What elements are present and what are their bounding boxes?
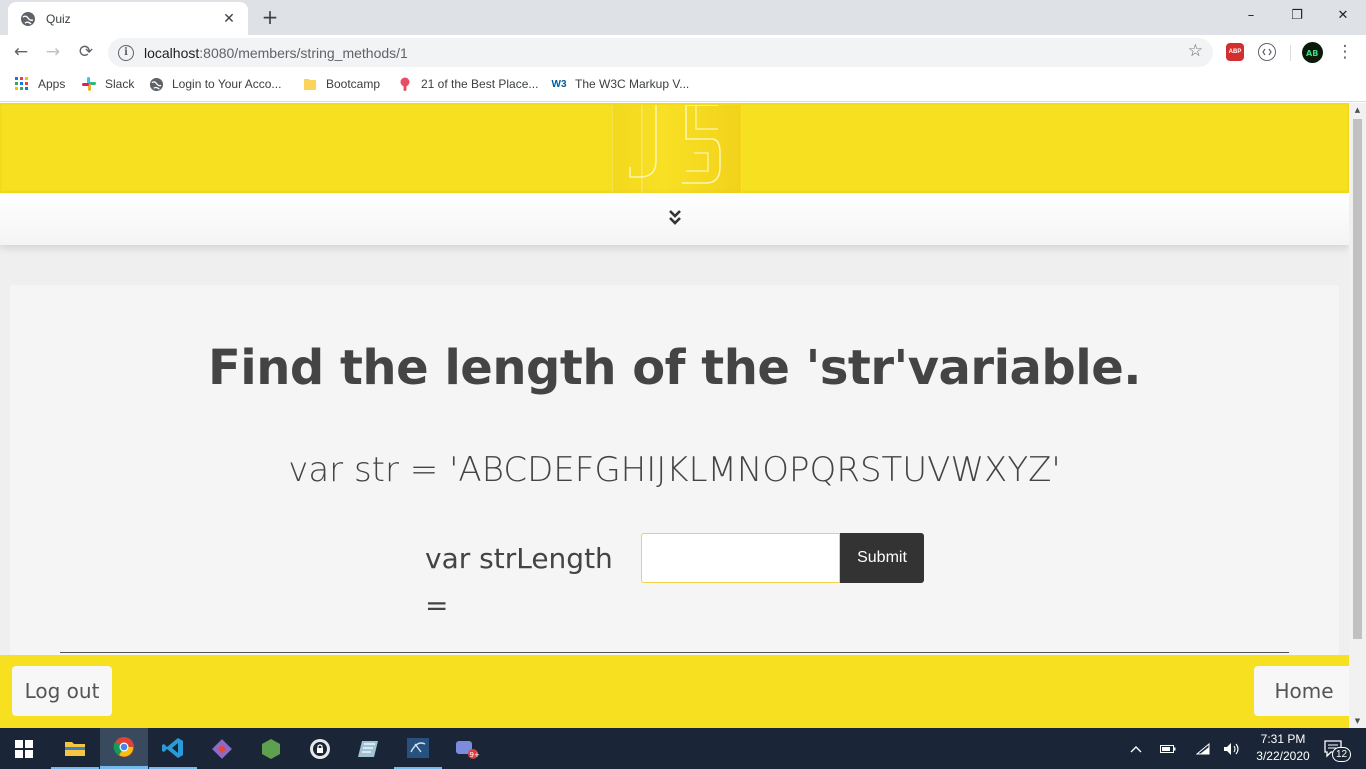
wifi-icon[interactable] bbox=[1196, 728, 1210, 769]
bookmark-best-places[interactable]: 21 of the Best Place... bbox=[397, 76, 538, 92]
home-button[interactable]: Home bbox=[1254, 666, 1349, 716]
tab-quiz[interactable]: Quiz ✕ bbox=[8, 2, 248, 35]
address-bar[interactable]: i localhost:8080/members/string_methods/… bbox=[108, 38, 1213, 67]
vscode-icon[interactable] bbox=[149, 728, 197, 769]
slack-icon bbox=[81, 76, 97, 92]
notification-count: 12 bbox=[1332, 747, 1352, 762]
footer-bar: Log out Home bbox=[0, 655, 1349, 728]
browser-toolbar: ← → ⟳ i localhost:8080/members/string_me… bbox=[0, 35, 1366, 69]
bookmark-login[interactable]: Login to Your Acco... bbox=[148, 76, 281, 92]
pin-icon bbox=[397, 76, 413, 92]
close-tab-icon[interactable]: ✕ bbox=[220, 11, 238, 27]
git-icon[interactable] bbox=[198, 728, 246, 769]
battery-icon[interactable] bbox=[1160, 728, 1176, 769]
scrollbar-thumb[interactable] bbox=[1353, 119, 1362, 639]
w3c-icon: W3 bbox=[551, 78, 567, 90]
system-clock[interactable]: 7:31 PM 3/22/2020 bbox=[1246, 731, 1320, 765]
apps-grid-icon bbox=[14, 76, 30, 92]
globe-icon bbox=[148, 76, 164, 92]
extension-icon[interactable] bbox=[1258, 43, 1276, 61]
back-button[interactable]: ← bbox=[8, 39, 34, 65]
new-tab-button[interactable]: + bbox=[258, 6, 282, 30]
js-logo bbox=[611, 104, 743, 193]
bookmarks-bar: Apps Slack Login to Your Acco... Bootcam… bbox=[0, 69, 1366, 102]
vpn-icon[interactable] bbox=[296, 728, 344, 769]
clock-time: 7:31 PM bbox=[1260, 732, 1306, 746]
chat-icon[interactable]: 9+ bbox=[443, 728, 491, 769]
submit-button[interactable]: Submit bbox=[840, 533, 924, 583]
bookmark-label: The W3C Markup V... bbox=[575, 77, 690, 91]
bookmark-label: Slack bbox=[105, 77, 135, 91]
file-explorer-icon[interactable] bbox=[51, 728, 99, 769]
reload-button[interactable]: ⟳ bbox=[73, 39, 99, 65]
chrome-icon[interactable] bbox=[100, 728, 148, 769]
bookmark-slack[interactable]: Slack bbox=[81, 76, 134, 92]
url-host: localhost bbox=[144, 44, 200, 61]
bookmark-star-icon[interactable]: ☆ bbox=[1188, 41, 1203, 61]
question-heading: Find the length of the 'str'variable. bbox=[207, 340, 1142, 396]
expand-bar[interactable] bbox=[0, 193, 1349, 245]
url-text: localhost:8080/members/string_methods/1 bbox=[144, 45, 408, 61]
bookmark-label: Login to Your Acco... bbox=[172, 77, 282, 91]
sql-icon[interactable] bbox=[394, 728, 442, 769]
bookmark-apps[interactable]: Apps bbox=[14, 76, 65, 92]
toolbar-separator bbox=[1290, 45, 1291, 61]
folder-icon bbox=[302, 76, 318, 92]
answer-input[interactable] bbox=[641, 533, 840, 583]
answer-label: var strLength = bbox=[425, 542, 613, 622]
forward-button[interactable]: → bbox=[40, 39, 66, 65]
windows-start-icon[interactable] bbox=[0, 728, 48, 769]
hero-banner bbox=[0, 103, 1349, 193]
notes-icon[interactable] bbox=[345, 728, 393, 769]
bookmark-label: 21 of the Best Place... bbox=[421, 77, 539, 91]
scroll-down-icon[interactable]: ▼ bbox=[1349, 714, 1366, 728]
notifications-icon[interactable]: 12 bbox=[1324, 728, 1352, 769]
tab-title: Quiz bbox=[46, 11, 71, 26]
svg-text:AB: AB bbox=[1306, 49, 1318, 58]
bookmark-w3c[interactable]: W3 The W3C Markup V... bbox=[551, 76, 690, 92]
adblock-icon[interactable]: ABP bbox=[1226, 43, 1244, 61]
windows-taskbar: 9+ 7:31 PM 3/22/2020 12 bbox=[0, 728, 1366, 769]
url-path: :8080/members/string_methods/1 bbox=[199, 44, 408, 61]
logout-button[interactable]: Log out bbox=[12, 666, 112, 716]
tray-expand-icon[interactable] bbox=[1130, 728, 1142, 769]
tab-strip: Quiz ✕ + – ❐ ✕ bbox=[0, 0, 1366, 35]
svg-text:9+: 9+ bbox=[470, 751, 480, 759]
bookmark-label: Bootcamp bbox=[326, 77, 381, 91]
bookmark-label: Apps bbox=[38, 77, 66, 91]
page-scrollbar[interactable]: ▲ ▼ bbox=[1349, 103, 1366, 728]
divider bbox=[60, 652, 1289, 653]
restore-button[interactable]: ❐ bbox=[1274, 0, 1320, 30]
profile-avatar[interactable]: AB bbox=[1302, 42, 1323, 63]
scroll-up-icon[interactable]: ▲ bbox=[1349, 103, 1366, 117]
info-icon[interactable]: i bbox=[118, 44, 134, 61]
volume-icon[interactable] bbox=[1223, 728, 1241, 769]
double-chevron-down-icon[interactable] bbox=[668, 209, 682, 229]
minimize-button[interactable]: – bbox=[1228, 0, 1274, 30]
close-window-button[interactable]: ✕ bbox=[1320, 0, 1366, 30]
bookmark-bootcamp[interactable]: Bootcamp bbox=[302, 76, 380, 92]
node-icon[interactable] bbox=[247, 728, 295, 769]
clock-date: 3/22/2020 bbox=[1256, 749, 1310, 763]
page-viewport: Find the length of the 'str'variable. va… bbox=[0, 103, 1349, 728]
code-snippet: var str = 'ABCDEFGHIJKLMNOPQRSTUVWXYZ' bbox=[288, 450, 1061, 490]
globe-icon bbox=[20, 11, 36, 27]
chrome-menu-button[interactable]: ⋮ bbox=[1332, 39, 1358, 65]
